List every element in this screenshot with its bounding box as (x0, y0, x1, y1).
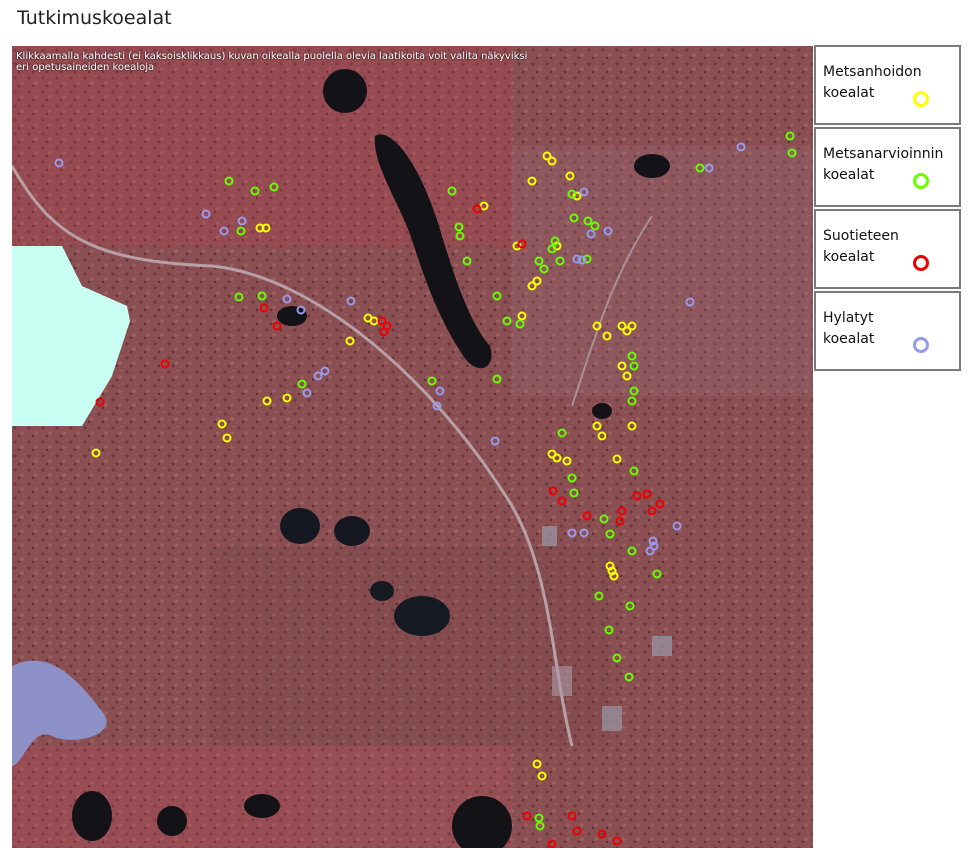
page-title: Tutkimuskoealat (17, 7, 172, 29)
yellow-circle-icon (913, 91, 929, 107)
legend-hylatyt[interactable]: Hylatyt koealat (814, 291, 961, 371)
legend-label: Metsanarvioinnin koealat (823, 146, 944, 183)
legend-label: Suotieteen koealat (823, 228, 899, 265)
legend-metsanarviointi[interactable]: Metsanarvioinnin koealat (814, 127, 961, 207)
legend-label: Hylatyt koealat (823, 310, 875, 347)
red-circle-icon (913, 255, 929, 271)
map-image (12, 46, 813, 848)
legend-metsanhoito[interactable]: Metsanhoidon koealat (814, 45, 961, 125)
green-circle-icon (913, 173, 929, 189)
legend-suotiede[interactable]: Suotieteen koealat (814, 209, 961, 289)
aerial-map[interactable]: Klikkaamalla kahdesti (ei kaksoisklikkau… (12, 46, 813, 848)
lavender-circle-icon (913, 337, 929, 353)
map-instructions: Klikkaamalla kahdesti (ei kaksoisklikkau… (16, 51, 528, 73)
